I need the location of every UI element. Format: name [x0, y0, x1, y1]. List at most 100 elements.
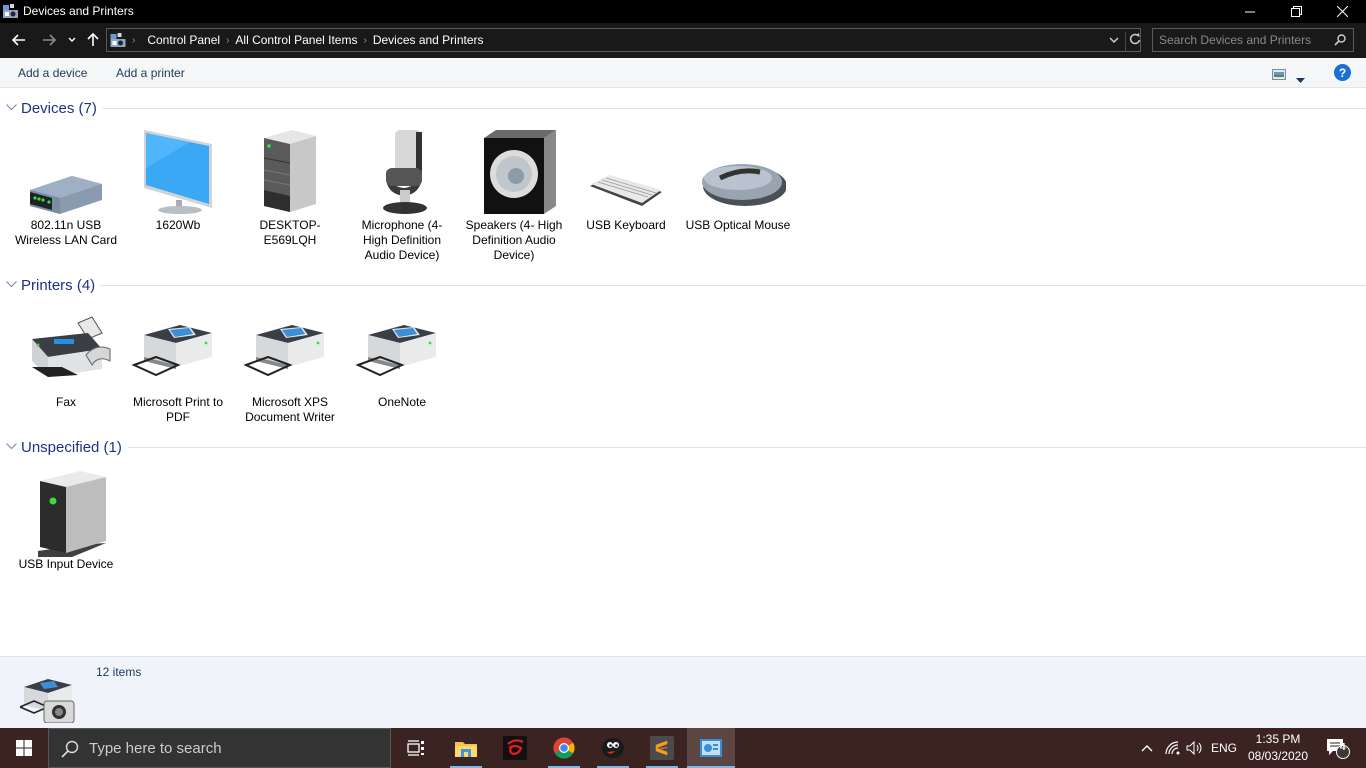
search-icon [61, 740, 79, 758]
details-pane: 12 items [0, 656, 1366, 728]
breadcrumb-all-items[interactable]: All Control Panel Items [231, 33, 361, 47]
task-view-icon [407, 740, 424, 756]
taskbar-search-box[interactable]: Type here to search [48, 728, 391, 768]
printer-label: OneNote [377, 395, 427, 409]
refresh-button[interactable] [1125, 32, 1141, 51]
search-input[interactable] [1159, 32, 1329, 48]
address-field[interactable]: › Control Panel › All Control Panel Item… [106, 28, 1141, 52]
search-icon[interactable] [1334, 34, 1346, 46]
close-button[interactable] [1319, 0, 1365, 23]
clock-date: 08/03/2020 [1247, 749, 1309, 763]
device-item-speakers[interactable]: Speakers (4- High Definition Audio Devic… [459, 128, 569, 263]
minimize-icon [1245, 11, 1255, 12]
add-printer-button[interactable]: Add a printer [116, 66, 185, 80]
taskbar-task-view[interactable] [392, 728, 440, 768]
help-button[interactable]: ? [1334, 64, 1351, 86]
title-bar: Devices and Printers [0, 0, 1366, 23]
command-bar: Add a device Add a printer ? [0, 58, 1366, 88]
printer-icon [354, 305, 450, 395]
speaker-volume-icon [1186, 741, 1202, 755]
taskbar-sublime-text[interactable] [638, 728, 686, 768]
printer-item-xps-writer[interactable]: Microsoft XPS Document Writer [235, 305, 345, 425]
taskbar-control-panel[interactable] [687, 728, 735, 768]
view-icon [1272, 69, 1286, 80]
group-divider [102, 108, 1366, 109]
view-options-dropdown[interactable] [1296, 70, 1305, 88]
breadcrumb-separator: › [132, 34, 136, 46]
chrome-icon [553, 737, 575, 759]
printer-item-onenote[interactable]: OneNote [347, 305, 457, 410]
group-header-printers[interactable]: Printers (4) [6, 275, 95, 295]
device-item-microphone[interactable]: Microphone (4- High Definition Audio Dev… [347, 128, 457, 263]
restore-icon [1290, 6, 1302, 17]
chevron-up-icon [1141, 745, 1153, 752]
group-header-devices[interactable]: Devices (7) [6, 98, 97, 118]
breadcrumb-separator[interactable]: › [224, 35, 231, 46]
device-item-keyboard[interactable]: USB Keyboard [571, 128, 681, 233]
change-view-button[interactable] [1272, 67, 1286, 85]
back-button[interactable] [8, 29, 30, 51]
recent-locations-button[interactable] [64, 29, 80, 51]
printer-icon [130, 305, 226, 395]
breadcrumb-devices-printers[interactable]: Devices and Printers [369, 33, 488, 47]
printer-item-print-to-pdf[interactable]: Microsoft Print to PDF [123, 305, 233, 425]
search-box[interactable] [1152, 28, 1354, 52]
breadcrumb-control-panel[interactable]: Control Panel [143, 33, 224, 47]
device-label: Microphone (4- High Definition Audio Dev… [361, 218, 443, 262]
notification-icon [1327, 739, 1350, 759]
volume-button[interactable] [1184, 728, 1206, 768]
monitor-icon [130, 128, 226, 218]
mouse-icon [690, 128, 787, 218]
taskbar-search-placeholder: Type here to search [89, 740, 222, 757]
action-center-button[interactable]: 4 [1318, 728, 1358, 768]
group-header-unspecified[interactable]: Unspecified (1) [6, 437, 122, 457]
clock[interactable]: 1:35 PM 08/03/2020 [1244, 728, 1312, 768]
taskbar: Type here to search ENG 1:35 PM 08/03/20… [0, 728, 1366, 768]
minimize-button[interactable] [1227, 0, 1273, 23]
breadcrumb: › Control Panel › All Control Panel Item… [107, 29, 488, 51]
taskbar-game-app[interactable] [589, 728, 637, 768]
up-button[interactable] [84, 29, 102, 51]
arrow-right-icon [43, 34, 56, 46]
device-item-monitor[interactable]: 1620Wb [123, 128, 233, 233]
device-item-computer[interactable]: DESKTOP-E569LQH [235, 128, 345, 248]
speaker-icon [466, 128, 562, 218]
breadcrumb-separator[interactable]: › [361, 35, 368, 46]
wireless-adapter-icon [18, 128, 114, 218]
forward-button[interactable] [38, 29, 60, 51]
device-item-wireless-lan[interactable]: 802.11n USB Wireless LAN Card [11, 128, 121, 248]
language-indicator[interactable]: ENG [1208, 728, 1240, 768]
printer-label: Microsoft Print to PDF [132, 395, 224, 424]
caret-down-icon [1296, 78, 1305, 83]
taskbar-garena[interactable] [491, 728, 539, 768]
group-title: Unspecified (1) [21, 438, 122, 456]
windows-logo-icon [16, 740, 32, 756]
game-app-icon [602, 738, 624, 758]
network-button[interactable] [1162, 728, 1184, 768]
unspecified-item-usb-input[interactable]: USB Input Device [11, 467, 121, 572]
show-hidden-icons-button[interactable] [1136, 728, 1158, 768]
taskbar-chrome[interactable] [540, 728, 588, 768]
restore-button[interactable] [1273, 0, 1319, 23]
start-button[interactable] [0, 728, 48, 768]
group-divider [128, 447, 1366, 448]
printer-item-fax[interactable]: Fax [11, 305, 121, 410]
devices-printers-large-icon [20, 679, 75, 723]
address-bar: › Control Panel › All Control Panel Item… [0, 23, 1366, 58]
printer-label: Fax [55, 395, 76, 409]
address-dropdown-button[interactable] [1109, 33, 1119, 52]
device-label: 1620Wb [155, 218, 201, 232]
taskbar-file-explorer[interactable] [442, 728, 490, 768]
notification-count: 4 [1340, 742, 1346, 753]
chevron-down-icon [6, 103, 18, 114]
printer-label: Microsoft XPS Document Writer [245, 395, 335, 424]
device-label: DESKTOP-E569LQH [259, 218, 321, 247]
add-device-button[interactable]: Add a device [18, 66, 87, 80]
device-item-mouse[interactable]: USB Optical Mouse [683, 128, 793, 233]
usb-device-icon [18, 467, 114, 557]
clock-time: 1:35 PM [1255, 732, 1301, 746]
chevron-down-icon [6, 442, 18, 453]
group-title: Printers (4) [21, 276, 96, 294]
control-panel-icon [700, 739, 722, 757]
file-explorer-icon [455, 742, 477, 757]
